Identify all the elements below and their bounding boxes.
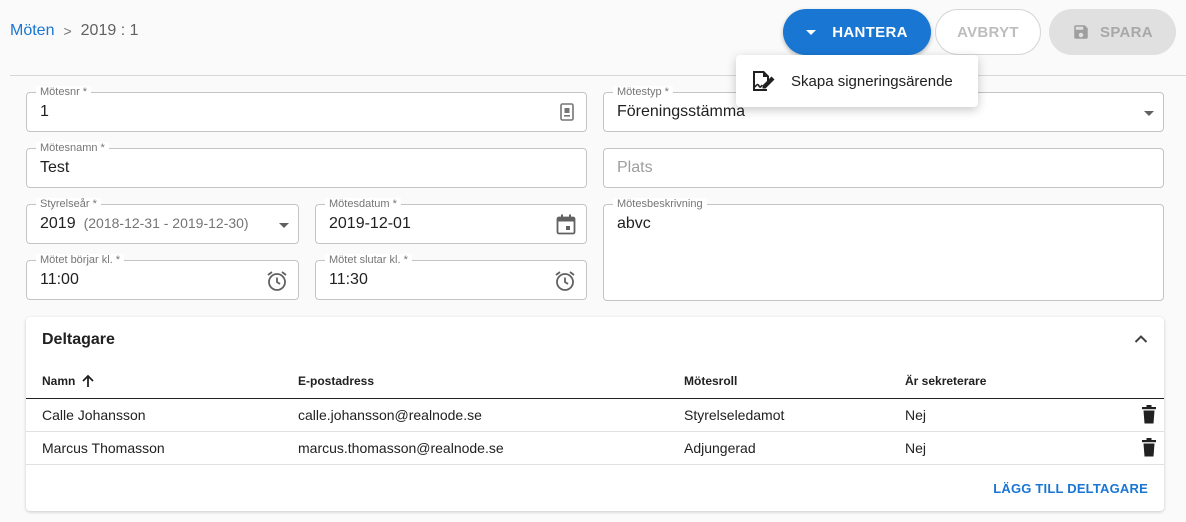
column-header-label: Mötesroll	[684, 374, 738, 388]
menu-item-skapa-signeringsarende[interactable]: Skapa signeringsärende	[736, 55, 978, 107]
cell-role: Styrelseledamot	[684, 407, 785, 423]
menu-item-label: Skapa signeringsärende	[791, 72, 953, 90]
dropdown-arrow-icon	[279, 223, 289, 228]
borjar-value: 11:00	[40, 271, 79, 288]
styrelsear-value: 2019	[40, 215, 76, 232]
sort-arrow-up-icon	[82, 374, 94, 387]
chevron-up-icon[interactable]	[1134, 334, 1148, 344]
cell-email: marcus.thomasson@realnode.se	[298, 440, 504, 456]
motesbeskrivning-label: Mötesbeskrivning	[613, 198, 707, 211]
header-divider	[10, 75, 1186, 76]
styrelsear-select[interactable]: Styrelseår * 2019 (2018-12-31 - 2019-12-3…	[26, 198, 299, 244]
hantera-button-label: HANTERA	[832, 23, 908, 41]
motestyp-label: Mötestyp *	[613, 86, 673, 99]
cell-secretary: Nej	[905, 440, 927, 456]
column-header-label: Namn	[42, 374, 76, 388]
alarm-clock-icon[interactable]	[266, 270, 288, 292]
borjar-label: Mötet börjar kl. *	[36, 254, 125, 267]
breadcrumb-separator: >	[63, 23, 72, 39]
deltagare-title: Deltagare	[42, 331, 115, 348]
plats-placeholder: Plats	[617, 159, 653, 176]
breadcrumb-link-moten[interactable]: Möten	[10, 22, 54, 40]
styrelsear-range: (2018-12-31 - 2019-12-30)	[83, 215, 249, 231]
slutar-field[interactable]: Mötet slutar kl. * 11:30	[315, 254, 587, 300]
trash-icon[interactable]	[1142, 405, 1156, 424]
column-header-sekreterare[interactable]: Är sekreterare	[905, 374, 986, 388]
cell-email: calle.johansson@realnode.se	[298, 407, 482, 423]
plats-field[interactable]: Plats	[603, 148, 1164, 188]
motesdatum-value: 2019-12-01	[329, 215, 411, 232]
top-bar: Möten > 2019 : 1 HANTERA AVBRYT SPARA	[0, 0, 1186, 64]
column-header-motesroll[interactable]: Mötesroll	[684, 374, 737, 388]
column-header-epost[interactable]: E-postadress	[298, 374, 374, 388]
alarm-clock-icon[interactable]	[554, 270, 576, 292]
slutar-value: 11:30	[329, 271, 368, 288]
cell-name: Marcus Thomasson	[42, 440, 165, 456]
cell-name: Calle Johansson	[42, 407, 146, 423]
caret-down-icon	[806, 29, 817, 35]
motesnr-value: 1	[40, 103, 49, 120]
table-row[interactable]: Marcus Thomasson marcus.thomasson@realno…	[26, 432, 1164, 465]
motesbeskrivning-value: abvc	[617, 215, 651, 232]
add-participant-button[interactable]: LÄGG TILL DELTAGARE	[993, 481, 1148, 496]
column-header-label: Är sekreterare	[905, 374, 987, 388]
styrelsear-value-wrap: 2019 (2018-12-31 - 2019-12-30)	[40, 215, 249, 233]
motesnamn-field[interactable]: Mötesnamn * Test	[26, 142, 587, 188]
motesnamn-value: Test	[40, 159, 70, 176]
cell-secretary: Nej	[905, 407, 927, 423]
breadcrumb: Möten > 2019 : 1	[10, 22, 138, 40]
table-row[interactable]: Calle Johansson calle.johansson@realnode…	[26, 399, 1164, 432]
trash-icon[interactable]	[1142, 438, 1156, 457]
spara-button-label: SPARA	[1100, 23, 1153, 41]
save-icon	[1074, 25, 1088, 39]
dropdown-arrow-icon	[1144, 111, 1154, 116]
calendar-icon[interactable]	[556, 214, 576, 236]
motesdatum-label: Mötesdatum *	[325, 198, 401, 211]
borjar-field[interactable]: Mötet börjar kl. * 11:00	[26, 254, 299, 300]
signature-icon	[753, 71, 775, 91]
spara-button[interactable]: SPARA	[1049, 9, 1176, 55]
column-header-namn[interactable]: Namn	[42, 374, 95, 388]
motesnr-field[interactable]: Mötesnr * 1	[26, 86, 587, 132]
breadcrumb-current: 2019 : 1	[80, 22, 139, 39]
slutar-label: Mötet slutar kl. *	[325, 254, 412, 267]
styrelsear-label: Styrelseår *	[36, 198, 101, 211]
motesnr-label: Mötesnr *	[36, 86, 92, 99]
cell-role: Adjungerad	[684, 440, 756, 456]
motesbeskrivning-field[interactable]: Mötesbeskrivning abvc	[603, 198, 1164, 301]
hantera-button[interactable]: HANTERA	[783, 9, 931, 55]
motestyp-value: Föreningsstämma	[617, 103, 746, 120]
avbryt-button[interactable]: AVBRYT	[935, 9, 1041, 55]
badge-icon	[560, 103, 574, 121]
motesnamn-label: Mötesnamn *	[36, 142, 109, 155]
avbryt-button-label: AVBRYT	[957, 23, 1019, 41]
motesdatum-field[interactable]: Mötesdatum * 2019-12-01	[315, 198, 587, 244]
column-header-label: E-postadress	[298, 374, 375, 388]
deltagare-card: Deltagare Namn E-postadress Mötesroll Är…	[26, 317, 1164, 511]
